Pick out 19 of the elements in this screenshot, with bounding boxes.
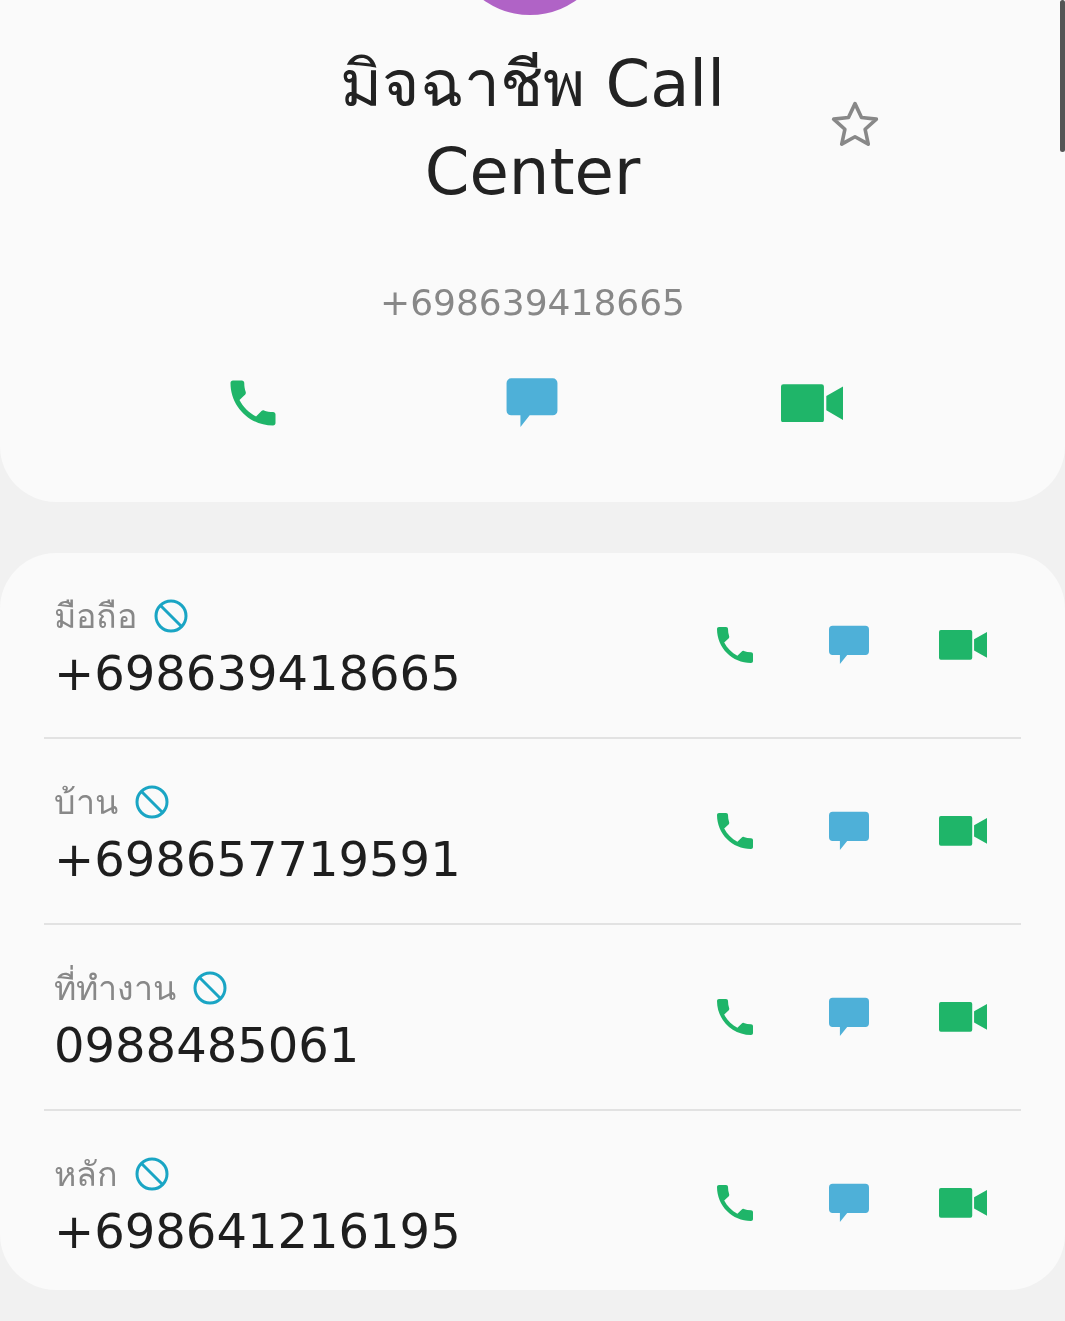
number-type-label: ที่ทำงาน xyxy=(54,961,176,1015)
number-type-label: บ้าน xyxy=(54,781,118,824)
phone-number: +698639418665 xyxy=(54,645,462,701)
video-camera-icon[interactable] xyxy=(939,1002,987,1032)
message-icon[interactable] xyxy=(827,996,871,1038)
video-camera-icon[interactable] xyxy=(939,630,987,660)
contact-name: มิจฉาชีพ Call Center xyxy=(339,46,726,211)
number-type-label: หลัก xyxy=(54,1153,118,1196)
phone-number: +698641216195 xyxy=(54,1203,462,1259)
message-icon[interactable] xyxy=(827,810,871,852)
message-icon[interactable] xyxy=(827,1182,871,1224)
video-camera-icon[interactable] xyxy=(780,383,843,423)
video-camera-icon[interactable] xyxy=(939,1188,987,1218)
phone-number: 0988485061 xyxy=(54,1017,361,1073)
number-type-label: มือถือ xyxy=(54,595,137,638)
message-icon[interactable] xyxy=(827,624,871,666)
phone-number: +698657719591 xyxy=(54,831,462,887)
video-camera-icon[interactable] xyxy=(939,816,987,846)
contact-number: +698639418665 xyxy=(380,282,685,323)
